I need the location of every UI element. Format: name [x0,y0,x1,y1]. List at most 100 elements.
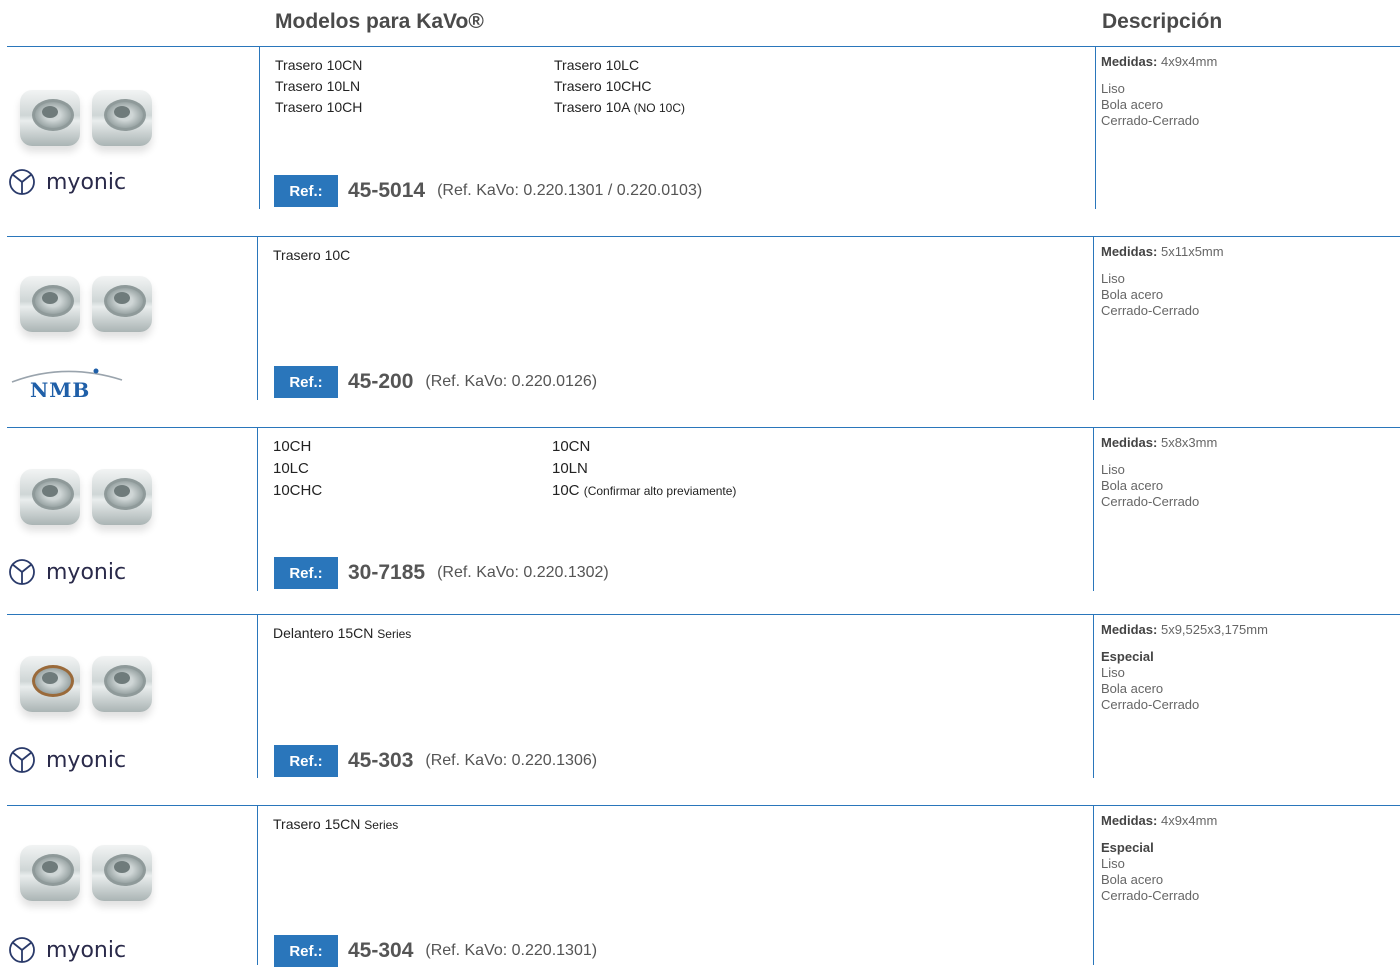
models-list: Delantero 15CN Series [273,623,411,645]
models-list-right: 10CN 10LN 10C (Confirmar alto previament… [552,436,736,502]
models-list-right: Trasero 10LC Trasero 10CHC Trasero 10A (… [554,55,685,119]
desc-line: Cerrado-Cerrado [1101,303,1200,318]
desc-line: Liso [1101,81,1125,96]
ref-code: 45-304 [348,939,414,962]
model-item: Delantero 15CN [273,625,374,641]
product-row: myonic Trasero 10CN Trasero 10LN Trasero… [0,46,1400,209]
desc-line: Liso [1101,856,1125,871]
desc-line: Liso [1101,665,1125,680]
reference: Ref.: 45-303 (Ref. KaVo: 0.220.1306) [274,745,597,777]
models-list: Trasero 10C [273,245,350,266]
product-row: myonic Delantero 15CN Series Ref.: 45-30… [0,614,1400,778]
desc-line: Cerrado-Cerrado [1101,888,1200,903]
myonic-mark-icon [9,747,35,773]
ref-code: 45-5014 [348,179,426,202]
brand-name: myonic [46,747,127,773]
models-list-left: 10CH 10LC 10CHC [273,436,322,502]
medidas-label: Medidas: [1101,244,1158,259]
model-item: 10CN [552,438,591,455]
column-divider [257,427,258,591]
model-item: Trasero 10CN [275,57,363,73]
column-divider [257,805,258,965]
description: Medidas: 5x9,525x3,175mm Especial Liso B… [1101,622,1268,713]
nmb-logo: NMB [10,366,125,402]
product-row: NMB Trasero 10C Ref.: 45-200 (Ref. KaVo:… [0,236,1400,402]
brand-name: myonic [46,937,127,963]
ref-code: 45-303 [348,749,414,772]
ref-kavo: (Ref. KaVo: 0.220.1301) [425,942,598,959]
ref-kavo: (Ref. KaVo: 0.220.1302) [437,564,609,581]
model-note: (Confirmar alto previamente) [583,484,737,498]
medidas-value: 5x11x5mm [1160,244,1224,259]
ref-badge: Ref.: [274,366,338,398]
ref-kavo: (Ref. KaVo: 0.220.0126) [425,373,598,390]
brand-name: myonic [46,169,127,195]
bearing-image [18,652,168,724]
myonic-logo: myonic [8,746,126,774]
description: Medidas: 5x8x3mm Liso Bola acero Cerrado… [1101,435,1217,510]
reference: Ref.: 45-200 (Ref. KaVo: 0.220.0126) [274,366,597,398]
row-divider-left [7,427,171,428]
product-row: myonic 10CH 10LC 10CHC 10CN 10LN 10C (Co… [0,427,1400,591]
description: Medidas: 4x9x4mm Especial Liso Bola acer… [1101,813,1217,904]
models-list: Trasero 15CN Series [273,814,398,836]
medidas-value: 4x9x4mm [1160,813,1218,828]
medidas-value: 5x8x3mm [1160,435,1218,450]
product-row: myonic Trasero 15CN Series Ref.: 45-304 … [0,805,1400,967]
description-column-header: Descripción [1102,10,1223,33]
bearing-image [18,841,168,913]
medidas-label: Medidas: [1101,54,1158,69]
model-item: 10CHC [273,482,323,499]
desc-line: Bola acero [1101,681,1164,696]
ref-code: 45-200 [348,370,414,393]
row-divider [171,427,1400,428]
medidas-label: Medidas: [1101,435,1158,450]
bearing-image [18,272,168,344]
model-item: Trasero 10LN [275,78,361,94]
reference: Ref.: 45-5014 (Ref. KaVo: 0.220.1301 / 0… [274,175,702,207]
row-divider [171,805,1400,806]
model-item: 10LN [552,460,588,477]
model-note: Series [377,627,412,641]
myonic-mark-icon [9,937,35,963]
ref-badge: Ref.: [274,557,338,589]
model-item: 10CH [273,438,312,455]
special-label: Especial [1101,840,1154,855]
column-divider [259,46,260,209]
model-item: Trasero 15CN [273,816,361,832]
desc-line: Liso [1101,271,1125,286]
brand-name: NMB [30,378,91,402]
models-list-left: Trasero 10CN Trasero 10LN Trasero 10CH [275,55,362,118]
reference: Ref.: 30-7185 (Ref. KaVo: 0.220.1302) [274,557,609,589]
ref-badge: Ref.: [274,175,338,207]
desc-line: Bola acero [1101,97,1164,112]
row-divider-left [7,805,171,806]
bearing-image [18,465,168,537]
desc-line: Cerrado-Cerrado [1101,494,1200,509]
model-note: (NO 10C) [633,101,685,115]
desc-line: Cerrado-Cerrado [1101,113,1200,128]
ref-badge: Ref.: [274,935,338,967]
model-item: Trasero 10A [554,99,630,115]
model-item: 10LC [273,460,309,477]
model-item: Trasero 10CHC [554,78,652,94]
brand-name: myonic [46,559,127,585]
desc-line: Cerrado-Cerrado [1101,697,1200,712]
medidas-label: Medidas: [1101,622,1158,637]
column-divider [257,614,258,778]
medidas-label: Medidas: [1101,813,1158,828]
column-divider [1093,614,1094,778]
desc-line: Bola acero [1101,872,1164,887]
row-divider-left [7,614,171,615]
bearing-image [18,86,168,158]
special-label: Especial [1101,649,1154,664]
column-divider [1095,46,1096,209]
myonic-mark-icon [9,169,35,195]
column-divider [1093,427,1094,591]
model-note: Series [364,818,399,832]
desc-line: Liso [1101,462,1125,477]
row-divider [171,614,1400,615]
model-item: Trasero 10C [273,247,351,263]
myonic-logo: myonic [8,558,126,586]
ref-kavo: (Ref. KaVo: 0.220.1306) [425,752,598,769]
